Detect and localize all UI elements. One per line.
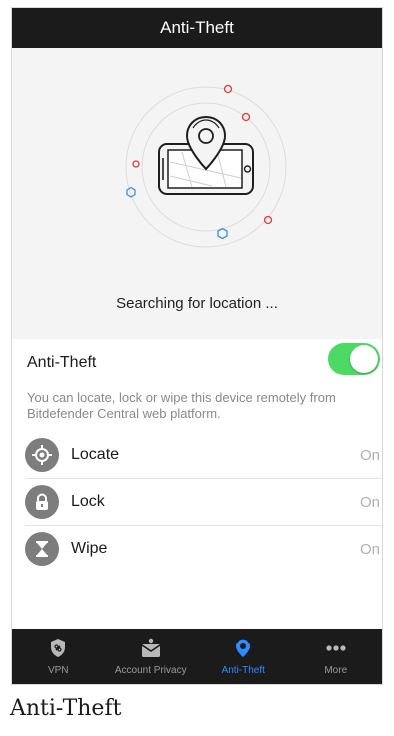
feature-label: Lock	[71, 493, 105, 510]
envelope-icon	[140, 638, 162, 658]
tab-label: More	[324, 665, 348, 676]
toggle-knob	[350, 345, 378, 373]
search-status: Searching for location ...	[116, 295, 278, 312]
orbit-dot-blue	[217, 227, 228, 240]
tab-label: VPN	[47, 665, 69, 676]
feature-row-wipe[interactable]: Wipe On	[25, 526, 382, 572]
lock-icon	[25, 485, 59, 519]
feature-row-lock[interactable]: Lock On	[25, 479, 382, 526]
tab-label: Anti-Theft	[221, 665, 265, 676]
feature-row-locate[interactable]: Locate On	[25, 432, 382, 479]
orbit-dot-red	[132, 160, 140, 168]
feature-status: On	[359, 540, 380, 558]
feature-label: Wipe	[71, 540, 108, 557]
screenshot-caption: Anti-Theft	[10, 696, 122, 721]
feature-status: On	[359, 493, 380, 511]
tab-account-privacy[interactable]: Account Privacy	[105, 629, 198, 684]
hourglass-icon	[25, 532, 59, 566]
location-pin-icon	[233, 638, 253, 658]
target-icon	[25, 438, 59, 472]
tab-anti-theft[interactable]: Anti-Theft	[197, 629, 290, 684]
bottom-tab-bar: VPN Account Privacy Anti-Theft More	[12, 629, 383, 684]
anti-theft-label: Anti-Theft	[27, 354, 97, 371]
page-title: Anti-Theft	[160, 18, 234, 37]
tab-vpn[interactable]: VPN	[12, 629, 105, 684]
tab-more[interactable]: More	[290, 629, 383, 684]
anti-theft-toggle[interactable]	[328, 343, 380, 375]
tab-label: Account Privacy	[114, 665, 187, 676]
feature-label: Locate	[71, 446, 120, 463]
anti-theft-description: You can locate, lock or wipe this device…	[27, 390, 336, 421]
feature-status: On	[359, 446, 380, 464]
ellipsis-icon	[325, 638, 347, 658]
nav-header: Anti-Theft	[12, 8, 382, 48]
location-hero: Searching for location ...	[12, 48, 382, 339]
app-screen: Anti-Theft Searching for location ... An…	[11, 7, 383, 685]
shield-icon	[49, 638, 67, 658]
